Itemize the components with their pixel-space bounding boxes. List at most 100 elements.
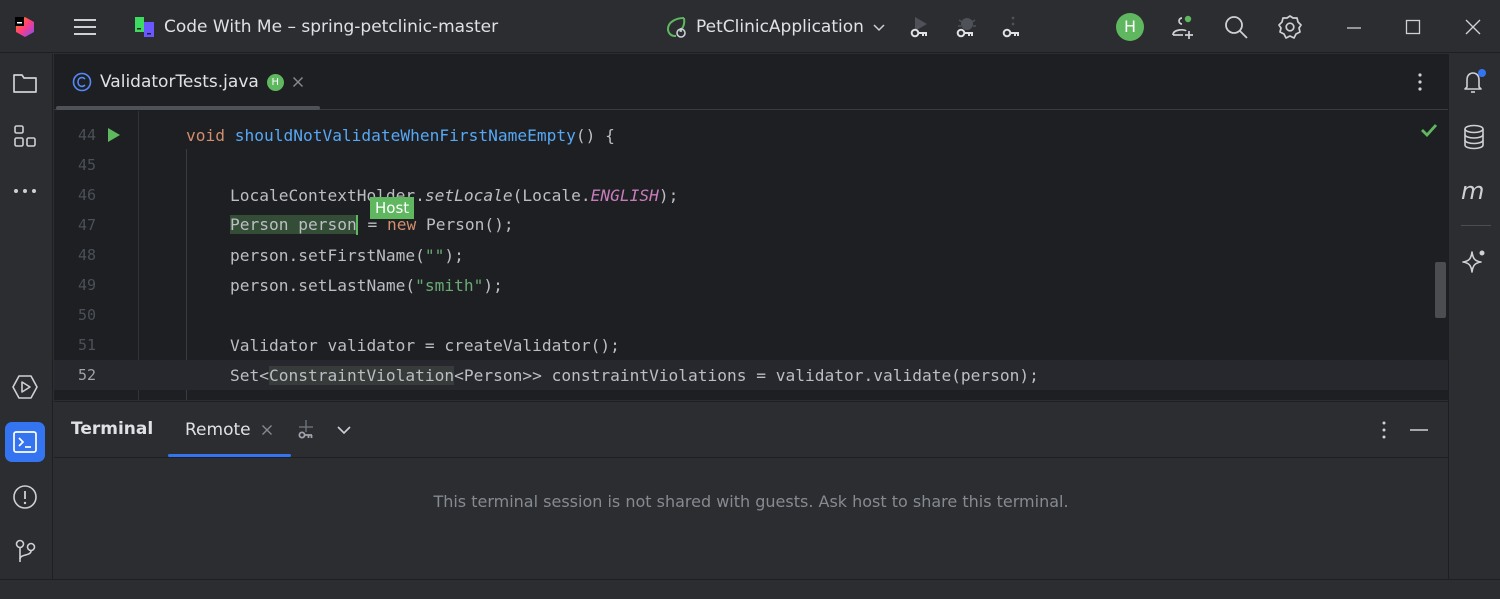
terminal-options-button[interactable] bbox=[1370, 416, 1398, 444]
project-widget[interactable]: Code With Me – spring-petclinic-master bbox=[134, 0, 498, 53]
line-number: 48 bbox=[77, 246, 96, 264]
code-line-50[interactable]: 50 bbox=[54, 300, 1448, 330]
tab-scroll-indicator[interactable] bbox=[56, 106, 320, 110]
services-tool-button[interactable] bbox=[5, 367, 45, 407]
code-line-51[interactable]: 51 Validator validator = createValidator… bbox=[54, 330, 1448, 360]
settings-button[interactable] bbox=[1272, 0, 1308, 53]
code-line-47[interactable]: 47 Person person = new Person(); bbox=[54, 210, 1448, 240]
git-branch-icon bbox=[15, 539, 36, 562]
hamburger-menu-icon bbox=[74, 18, 96, 35]
maven-tool-button[interactable]: m bbox=[1454, 171, 1494, 211]
code-line-48[interactable]: 48 person.setFirstName(""); bbox=[54, 240, 1448, 270]
terminal-tabs-dropdown[interactable] bbox=[330, 416, 358, 444]
code-text: Set<ConstraintViolation<Person>> constra… bbox=[230, 365, 1039, 385]
debug-locked-icon bbox=[956, 17, 976, 37]
code-line-44[interactable]: 44 void shouldNotValidateWhenFirstNameEm… bbox=[54, 120, 1448, 150]
code-text: Validator validator = createValidator(); bbox=[230, 335, 620, 355]
project-title: Code With Me – spring-petclinic-master bbox=[164, 16, 499, 37]
tab-options-button[interactable] bbox=[1410, 70, 1430, 94]
chevron-down-icon bbox=[337, 426, 351, 435]
line-number: 52 bbox=[77, 366, 96, 384]
editor-scrollbar-thumb[interactable] bbox=[1435, 262, 1446, 318]
folder-icon bbox=[13, 74, 37, 93]
terminal-panel: Terminal Remote This terminal session is… bbox=[54, 401, 1448, 579]
maximize-window-button[interactable] bbox=[1395, 0, 1431, 53]
services-icon bbox=[12, 375, 38, 399]
project-tool-button[interactable] bbox=[5, 63, 45, 103]
structure-tool-button[interactable] bbox=[5, 117, 45, 157]
maven-icon: m bbox=[1461, 180, 1484, 202]
debug-button-locked[interactable] bbox=[948, 0, 984, 53]
terminal-tab-label: Remote bbox=[185, 420, 251, 440]
database-tool-button[interactable] bbox=[1454, 117, 1494, 157]
active-tab-underline bbox=[168, 454, 291, 457]
close-window-button[interactable] bbox=[1455, 0, 1491, 53]
code-text: person.setLastName("smith"); bbox=[230, 275, 503, 295]
structure-icon bbox=[14, 125, 36, 147]
tool-strip-separator bbox=[1461, 225, 1491, 226]
ai-sparkle-icon bbox=[1462, 250, 1485, 273]
status-bar bbox=[0, 579, 1500, 599]
run-button-locked[interactable] bbox=[902, 0, 938, 53]
code-with-me-logo-icon bbox=[135, 16, 154, 37]
line-number: 45 bbox=[77, 156, 96, 174]
user-avatar-button[interactable]: H bbox=[1112, 0, 1148, 53]
hide-terminal-button[interactable] bbox=[1405, 416, 1433, 444]
gear-icon bbox=[1278, 14, 1302, 39]
problems-tool-button[interactable] bbox=[5, 477, 45, 517]
more-actions-locked[interactable] bbox=[994, 0, 1030, 53]
code-line-49[interactable]: 49 person.setLastName("smith"); bbox=[54, 270, 1448, 300]
more-tool-windows-button[interactable] bbox=[5, 171, 45, 211]
terminal-header: Terminal Remote bbox=[54, 402, 1448, 458]
git-tool-button[interactable] bbox=[5, 531, 45, 571]
editor-tab-validatortests[interactable]: ValidatorTests.java H bbox=[64, 54, 312, 110]
run-test-icon[interactable] bbox=[106, 127, 122, 143]
code-line-52[interactable]: 52 Set<ConstraintViolation<Person>> cons… bbox=[54, 360, 1448, 390]
editor-tab-label: ValidatorTests.java bbox=[100, 72, 259, 92]
more-horizontal-icon bbox=[14, 189, 36, 193]
terminal-title: Terminal bbox=[71, 419, 154, 439]
line-number: 49 bbox=[77, 276, 96, 294]
code-text: LocaleContextHolder.setLocale(Locale.ENG… bbox=[230, 185, 679, 205]
line-number: 51 bbox=[77, 336, 96, 354]
line-number: 44 bbox=[77, 126, 96, 144]
code-line-45[interactable]: 45 bbox=[54, 150, 1448, 180]
notifications-tool-button[interactable] bbox=[1454, 62, 1494, 102]
run-locked-icon bbox=[910, 16, 927, 37]
terminal-not-shared-message: This terminal session is not shared with… bbox=[433, 492, 1069, 511]
search-button[interactable] bbox=[1218, 0, 1254, 53]
minimize-icon bbox=[1347, 26, 1361, 29]
run-configuration-selector[interactable]: PetClinicApplication bbox=[664, 0, 886, 53]
minimize-window-button[interactable] bbox=[1336, 0, 1372, 53]
more-locked-icon bbox=[1002, 16, 1019, 37]
spring-boot-icon bbox=[666, 16, 686, 38]
user-avatar: H bbox=[1116, 12, 1144, 41]
add-participant-icon bbox=[1172, 15, 1193, 39]
close-tab-icon[interactable] bbox=[292, 76, 304, 88]
add-participant-button[interactable] bbox=[1165, 0, 1201, 53]
new-terminal-locked-button[interactable] bbox=[292, 416, 320, 444]
run-configuration-label: PetClinicApplication bbox=[696, 16, 864, 37]
close-terminal-tab-icon[interactable] bbox=[261, 424, 273, 436]
app-logo-icon[interactable] bbox=[10, 0, 40, 53]
ai-assistant-tool-button[interactable] bbox=[1454, 242, 1494, 282]
problems-icon bbox=[13, 485, 37, 509]
inspection-ok-icon[interactable] bbox=[1420, 123, 1438, 137]
participant-badge: H bbox=[266, 73, 284, 91]
add-tab-locked-icon bbox=[298, 420, 313, 439]
code-line-46[interactable]: 46 LocaleContextHolder.setLocale(Locale.… bbox=[54, 180, 1448, 210]
editor-tab-bar: ValidatorTests.java H bbox=[54, 54, 1448, 110]
chevron-down-icon bbox=[873, 23, 885, 31]
bell-icon bbox=[1464, 69, 1486, 93]
main-menu-button[interactable] bbox=[66, 0, 104, 53]
svg-text:m: m bbox=[1461, 180, 1484, 202]
java-class-icon bbox=[72, 72, 92, 92]
code-editor[interactable]: 44 void shouldNotValidateWhenFirstNameEm… bbox=[54, 111, 1448, 400]
code-text: void shouldNotValidateWhenFirstNameEmpty… bbox=[186, 125, 615, 145]
terminal-tool-button[interactable] bbox=[5, 422, 45, 462]
minimize-icon bbox=[1410, 429, 1428, 431]
terminal-tab-remote[interactable]: Remote bbox=[168, 402, 292, 458]
terminal-icon bbox=[13, 431, 37, 453]
maximize-icon bbox=[1405, 19, 1421, 34]
host-cursor-label: Host bbox=[370, 197, 415, 219]
